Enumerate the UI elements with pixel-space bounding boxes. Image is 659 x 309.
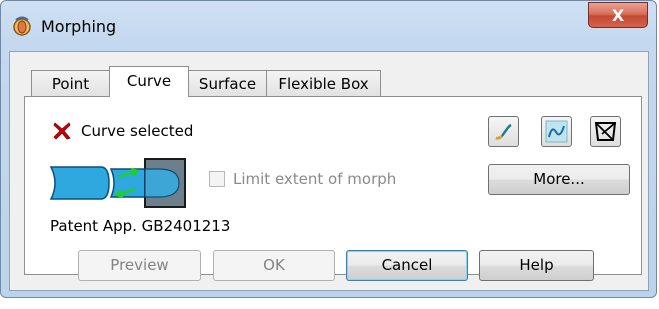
- curve-select-icon[interactable]: [488, 116, 519, 147]
- status-text: Curve selected: [81, 122, 194, 140]
- morph-illustration-icon: [49, 157, 187, 209]
- morph-app-icon: [11, 15, 33, 37]
- preview-button[interactable]: Preview: [78, 250, 201, 281]
- curve-box-icon[interactable]: [590, 116, 621, 147]
- limit-extent-checkbox[interactable]: [209, 171, 225, 187]
- tab-surface[interactable]: Surface: [188, 70, 267, 97]
- cancel-button[interactable]: Cancel: [346, 250, 468, 281]
- curve-morph-icon[interactable]: [541, 116, 572, 147]
- window-title: Morphing: [41, 17, 117, 36]
- help-button[interactable]: Help: [479, 250, 594, 281]
- limit-extent-label: Limit extent of morph: [233, 170, 397, 188]
- ok-button[interactable]: OK: [213, 250, 335, 281]
- patent-text: Patent App. GB2401213: [50, 217, 231, 235]
- close-button[interactable]: X: [588, 2, 648, 28]
- more-button[interactable]: More...: [488, 164, 630, 195]
- red-x-icon: [52, 121, 72, 141]
- tab-point[interactable]: Point: [31, 70, 110, 97]
- tab-flexible-box[interactable]: Flexible Box: [266, 70, 381, 97]
- tab-curve[interactable]: Curve: [109, 66, 189, 97]
- title-bar[interactable]: Morphing X: [1, 1, 656, 51]
